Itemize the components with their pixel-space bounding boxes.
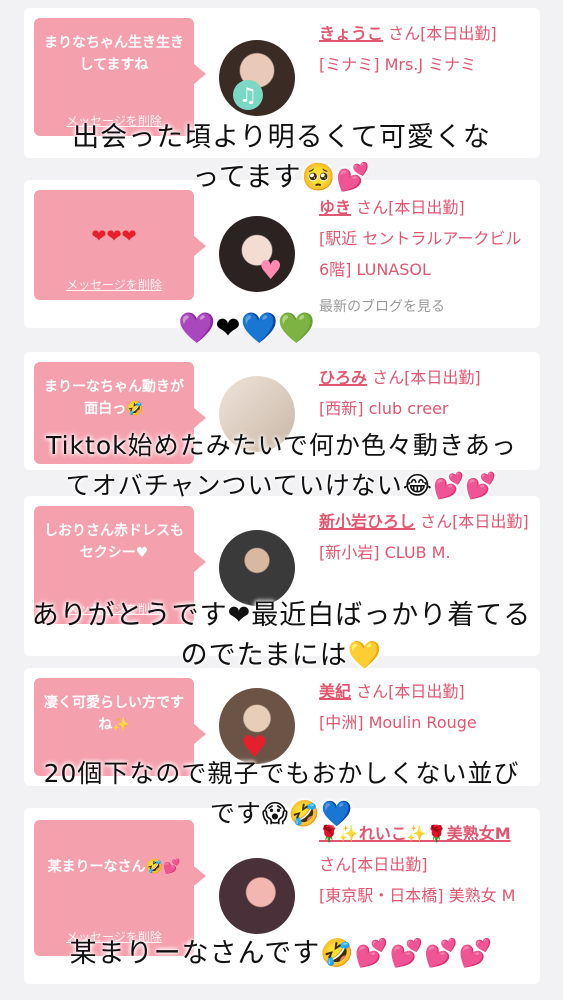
message-card: ❤❤❤ メッセージを削除 ♥ ゆき さん[本日出勤] [駅近 セントラルアークビ…: [24, 180, 540, 328]
cast-info: ひろみ さん[本日出勤] [西新] club creer: [319, 362, 529, 424]
caption-line: のでたまには💛: [180, 640, 383, 671]
cast-status: さん[本日出勤]: [319, 855, 428, 874]
cast-shop: [ミナミ] Mrs.J ミナミ: [319, 55, 477, 74]
cast-status: さん[本日出勤]: [420, 512, 529, 531]
cast-info: 新小岩ひろし さん[本日出勤] [新小岩] CLUB M.: [319, 506, 529, 568]
avatar[interactable]: [219, 858, 295, 934]
cast-shop: [新小岩] CLUB M.: [319, 543, 451, 562]
caption: Tiktok始めたみたいで何か色々動きあっ てオバチャンついていけない😂💕💕: [0, 426, 563, 506]
cast-info: きょうこ さん[本日出勤] [ミナミ] Mrs.J ミナミ: [319, 18, 529, 80]
latest-blog-link[interactable]: 最新のブログを見る: [319, 296, 445, 316]
heart-icon: ♥: [259, 256, 283, 286]
cast-status: さん[本日出勤]: [388, 24, 497, 43]
caption-line: 某まりーなさんです🤣💕💕💕💕: [69, 938, 494, 969]
message-text: まりなちゃん生き生きしてますね: [44, 35, 184, 73]
caption-line: Tiktok始めたみたいで何か色々動きあっ: [46, 431, 517, 460]
caption: 20個下なので親子でもおかしくない並び です😱🤣💙: [0, 754, 563, 834]
cast-name-link[interactable]: 美紀: [319, 682, 351, 701]
message-text: ❤❤❤: [91, 226, 137, 247]
cast-name-link[interactable]: きょうこ: [319, 24, 383, 43]
caption-line: 20個下なので親子でもおかしくない並び: [43, 759, 520, 788]
cast-shop: [西新] club creer: [319, 399, 449, 418]
cast-info: ゆき さん[本日出勤] [駅近 セントラルアークビル6階] LUNASOL: [319, 192, 529, 285]
avatar[interactable]: [219, 530, 295, 606]
caption-line: です😱🤣💙: [209, 799, 354, 828]
cast-status: さん[本日出勤]: [356, 198, 465, 217]
caption-line: てオバチャンついていけない😂💕💕: [65, 471, 498, 500]
caption-line: ありがとうです❤最近白ばっかり着てる: [31, 600, 532, 631]
emoji-hearts: 💜❤💙💚: [178, 311, 316, 346]
music-note-icon: ♫: [233, 80, 263, 110]
cast-status: さん[本日出勤]: [372, 368, 481, 387]
cast-shop: [駅近 セントラルアークビル6階] LUNASOL: [319, 229, 522, 279]
cast-status: さん[本日出勤]: [356, 682, 465, 701]
message-text: しおりさん赤ドレスもセクシー♥: [44, 523, 184, 561]
avatar[interactable]: ♥: [219, 688, 295, 764]
caption: 某まりーなさんです🤣💕💕💕💕: [0, 934, 563, 974]
cast-info: 美紀 さん[本日出勤] [中洲] Moulin Rouge: [319, 676, 529, 738]
caption: ありがとうです❤最近白ばっかり着てる のでたまには💛: [0, 596, 563, 676]
avatar[interactable]: ♥: [219, 216, 295, 292]
cast-name-link[interactable]: 新小岩ひろし: [319, 512, 415, 531]
message-text: 某まりーなさん🤣💕: [47, 859, 181, 875]
message-text: 凄く可愛らしい方ですね✨: [44, 695, 184, 733]
message-text: まりーなちゃん動きが面白っ🤣: [44, 379, 184, 417]
caption-line: 出会った頃より明るくて可愛くな: [72, 122, 491, 153]
cast-shop: [東京駅・日本橋] 美熟女 M: [319, 886, 516, 905]
caption-line: ってます🥺💕: [192, 162, 371, 193]
delete-message-link[interactable]: メッセージを削除: [34, 274, 194, 296]
cast-shop: [中洲] Moulin Rouge: [319, 713, 477, 732]
cast-name-link[interactable]: ゆき: [319, 198, 351, 217]
cast-name-link[interactable]: ひろみ: [319, 368, 367, 387]
message-bubble: ❤❤❤ メッセージを削除: [34, 190, 206, 300]
avatar[interactable]: ♫: [219, 40, 295, 116]
caption: 出会った頃より明るくて可愛くな ってます🥺💕: [0, 118, 563, 198]
